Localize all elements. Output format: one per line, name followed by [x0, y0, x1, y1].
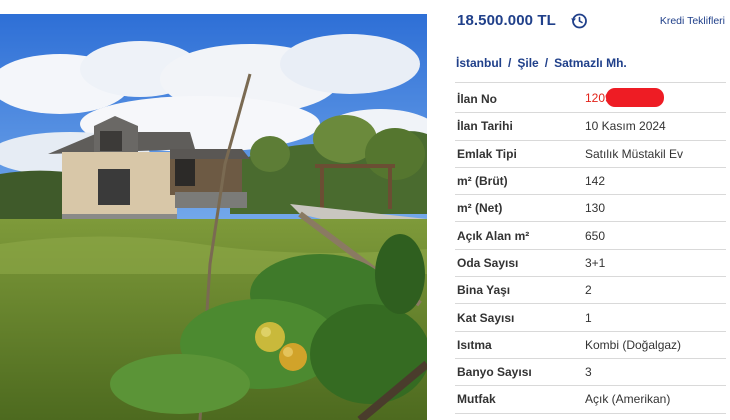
breadcrumb-district[interactable]: Şile [517, 56, 538, 70]
detail-label: İlan No [457, 92, 498, 107]
house-garden-image [0, 14, 427, 420]
detail-label: Oda Sayısı [457, 255, 519, 270]
credit-offers-link[interactable]: Kredi Teklifleri [660, 15, 725, 27]
price: 18.500.000 TL [457, 12, 556, 29]
price-row: 18.500.000 TL Kredi Teklifleri [457, 12, 729, 34]
detail-value: Satılık Müstakil Ev [585, 146, 684, 161]
detail-label: Bina Yaşı [457, 283, 511, 298]
detail-label: Banyo Sayısı [457, 365, 532, 380]
detail-value: 3+1 [585, 255, 606, 270]
detail-label: m² (Net) [457, 201, 503, 216]
redaction-mark [605, 88, 664, 108]
detail-row-floor-count: Kat Sayısı 1 [455, 304, 726, 332]
breadcrumb-neighborhood[interactable]: Satmazlı Mh. [554, 56, 627, 70]
detail-label: Kat Sayısı [457, 310, 515, 325]
breadcrumb: İstanbul / Şile / Satmazlı Mh. [456, 56, 627, 70]
listing-info-panel: 18.500.000 TL Kredi Teklifleri İstanbul /… [451, 0, 730, 420]
detail-label: Mutfak [457, 392, 496, 407]
detail-label: m² (Brüt) [457, 174, 508, 189]
detail-value: 2 [585, 283, 592, 298]
detail-row-listing-date: İlan Tarihi 10 Kasım 2024 [455, 113, 726, 141]
detail-label: Isıtma [457, 337, 492, 352]
detail-row-open-area: Açık Alan m² 650 [455, 222, 726, 250]
detail-row-property-type: Emlak Tipi Satılık Müstakil Ev [455, 141, 726, 168]
detail-row-kitchen: Mutfak Açık (Amerikan) [455, 386, 726, 414]
detail-value: Kombi (Doğalgaz) [585, 337, 682, 352]
detail-value: 10 Kasım 2024 [585, 119, 666, 134]
breadcrumb-city[interactable]: İstanbul [456, 56, 502, 70]
detail-row-bathroom-count: Banyo Sayısı 3 [455, 359, 726, 387]
detail-row-listing-no: İlan No 1209 [455, 86, 726, 114]
detail-value: 3 [585, 365, 592, 380]
detail-row-heating: Isıtma Kombi (Doğalgaz) [455, 332, 726, 359]
detail-value: 650 [585, 228, 606, 243]
breadcrumb-separator: / [544, 56, 549, 70]
detail-label: İlan Tarihi [457, 119, 513, 134]
listing-photo[interactable] [0, 14, 427, 420]
detail-value: 1 [585, 310, 592, 325]
detail-row-net-area: m² (Net) 130 [455, 195, 726, 223]
history-clock-icon[interactable] [570, 12, 588, 30]
detail-value: 130 [585, 201, 606, 216]
detail-label: Açık Alan m² [457, 228, 530, 243]
detail-row-room-count: Oda Sayısı 3+1 [455, 250, 726, 278]
divider [455, 82, 726, 83]
listing-number-value: 1209 [585, 88, 664, 108]
detail-value: 142 [585, 174, 606, 189]
detail-row-gross-area: m² (Brüt) 142 [455, 168, 726, 196]
detail-label: Emlak Tipi [457, 146, 517, 161]
detail-value: Açık (Amerikan) [585, 392, 671, 407]
detail-row-building-age: Bina Yaşı 2 [455, 277, 726, 305]
details-table: İlan No 1209 İlan Tarihi 10 Kasım 2024 E… [455, 86, 726, 414]
breadcrumb-separator: / [508, 56, 512, 70]
